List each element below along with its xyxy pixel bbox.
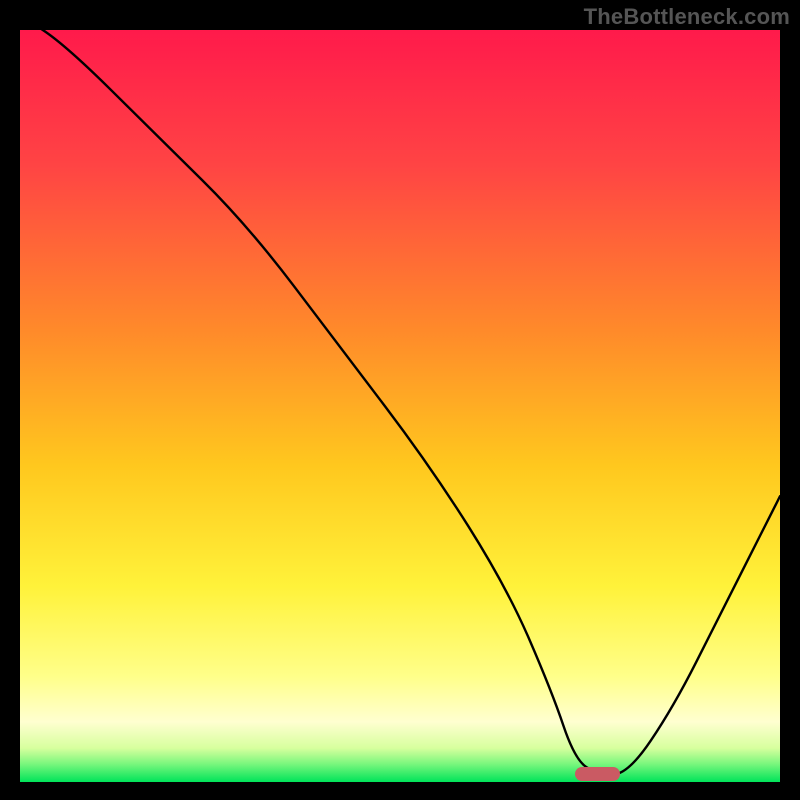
chart-svg: [20, 30, 780, 782]
watermark-text: TheBottleneck.com: [584, 4, 790, 30]
plot-area: [20, 30, 780, 782]
background-rect: [20, 30, 780, 782]
chart-frame: TheBottleneck.com: [0, 0, 800, 800]
optimum-marker: [575, 767, 621, 781]
